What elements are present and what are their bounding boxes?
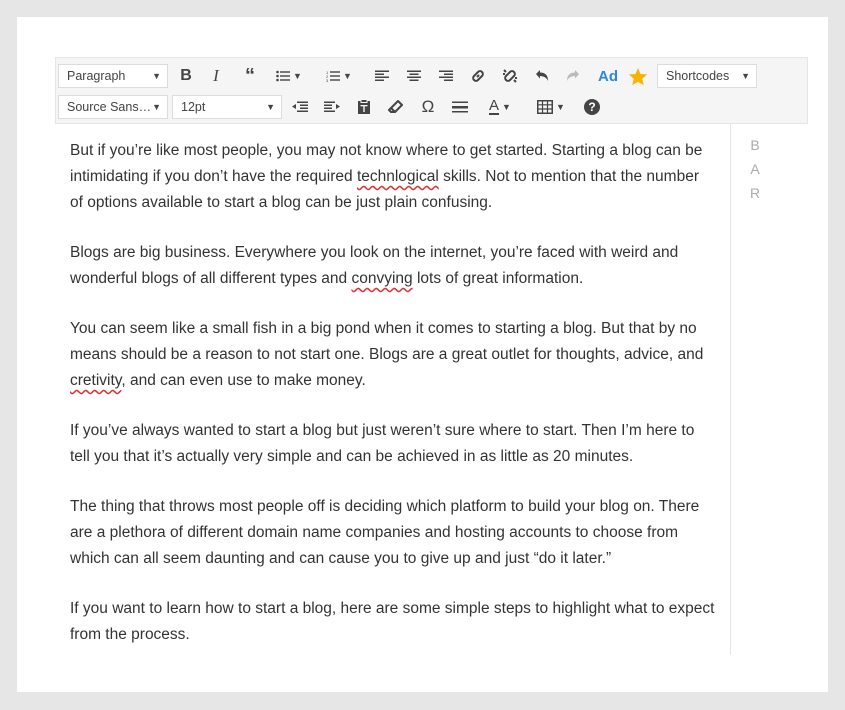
svg-text:3: 3 [326,78,329,82]
chevron-down-icon: ▼ [152,102,161,112]
misspelled-word[interactable]: technlogical [357,168,439,185]
chevron-down-icon: ▼ [343,71,352,81]
text-color-button[interactable]: A ▼ [480,94,520,120]
editor-sidebar: B A R [730,124,808,655]
paragraph: But if you’re like most people, you may … [70,138,715,216]
paragraph-text: If you want to learn how to start a blog… [70,600,715,643]
undo-icon [536,70,548,81]
link-button[interactable] [466,63,490,89]
blockquote-button[interactable]: “ [238,63,262,89]
star-button[interactable] [626,63,650,89]
align-left-button[interactable] [370,63,394,89]
omega-icon: Ω [421,97,435,116]
table-button[interactable]: ▼ [532,94,570,120]
paragraph-text: You can seem like a small fish in a big … [70,320,704,363]
shortcodes-select[interactable]: Shortcodes ▼ [657,64,757,88]
horizontal-rule-icon [452,101,468,113]
clear-formatting-button[interactable] [384,94,408,120]
redo-icon [567,70,579,81]
paragraph: If you want to learn how to start a blog… [70,596,715,648]
help-label: ? [588,100,596,114]
bold-icon: B [180,67,192,84]
chevron-down-icon: ▼ [556,102,565,112]
format-select-value: Paragraph [67,69,126,83]
toolbar-row-2: Source Sans… ▼ 12pt ▼ Ω A ▼ ▼ ? [56,92,807,122]
shortcodes-select-value: Shortcodes [666,69,730,83]
align-center-button[interactable] [402,63,426,89]
italic-icon: I [213,66,219,85]
editor-toolbar: Paragraph ▼ B I “ ▼ 123 ▼ Ad Shortcodes … [55,57,808,124]
text-color-label: A [489,97,500,114]
sidebar-letters: B A R [748,133,762,205]
misspelled-word[interactable]: convying [351,270,412,287]
editor-content[interactable]: But if you’re like most people, you may … [55,124,730,655]
italic-button[interactable]: I [204,63,228,89]
special-character-button[interactable]: Ω [416,94,440,120]
indent-button[interactable] [320,94,344,120]
paragraph: The thing that throws most people off is… [70,494,715,572]
redo-button[interactable] [561,63,585,89]
font-size-select-value: 12pt [181,100,206,114]
align-right-button[interactable] [434,63,458,89]
paragraph: Blogs are big business. Everywhere you l… [70,240,715,292]
paragraph: You can seem like a small fish in a big … [70,316,715,394]
eraser-icon [388,100,403,113]
table-icon [537,100,554,114]
indent-icon [324,101,340,112]
blockquote-icon: “ [245,64,255,87]
align-right-icon [439,70,453,81]
paragraph-text: lots of great information. [412,270,584,287]
paste-text-button[interactable] [352,94,376,120]
numbered-list-button[interactable]: 123 ▼ [320,63,358,89]
paragraph-text: If you’ve always wanted to start a blog … [70,422,695,465]
link-icon [472,70,484,82]
align-left-icon [375,70,389,81]
sidebar-letter: B [750,137,760,153]
undo-button[interactable] [530,63,554,89]
paste-text-icon [358,99,370,114]
ad-icon: Ad [598,67,618,85]
paragraph-text: , and can even use to make money. [121,372,366,389]
paragraph-text: The thing that throws most people off is… [70,498,700,567]
unlink-icon [503,69,517,83]
chevron-down-icon: ▼ [266,102,275,112]
star-icon [628,67,648,85]
bullet-list-button[interactable]: ▼ [270,63,308,89]
horizontal-rule-button[interactable] [448,94,472,120]
paragraph: If you’ve always wanted to start a blog … [70,418,715,470]
chevron-down-icon: ▼ [152,71,161,81]
bold-button[interactable]: B [174,63,198,89]
outdent-button[interactable] [288,94,312,120]
help-button[interactable]: ? [580,94,604,120]
outdent-icon [292,101,308,112]
toolbar-row-1: Paragraph ▼ B I “ ▼ 123 ▼ Ad Shortcodes … [56,61,807,91]
chevron-down-icon: ▼ [293,71,302,81]
format-select[interactable]: Paragraph ▼ [58,64,168,88]
font-family-select[interactable]: Source Sans… ▼ [58,95,168,119]
align-center-icon [407,70,421,81]
wysiwyg-editor: Paragraph ▼ B I “ ▼ 123 ▼ Ad Shortcodes … [55,57,808,655]
help-icon: ? [584,99,600,115]
chevron-down-icon: ▼ [741,71,750,81]
sidebar-letter: A [750,161,760,177]
font-family-select-value: Source Sans… [67,100,152,114]
numbered-list-icon: 123 [326,70,341,82]
ad-button[interactable]: Ad [594,63,622,89]
unlink-button[interactable] [498,63,522,89]
text-color-icon: A [489,97,500,115]
page-card: Paragraph ▼ B I “ ▼ 123 ▼ Ad Shortcodes … [17,17,828,692]
chevron-down-icon: ▼ [502,102,511,112]
misspelled-word[interactable]: cretivity [70,372,121,389]
sidebar-letter: R [749,185,761,201]
font-size-select[interactable]: 12pt ▼ [172,95,282,119]
bullet-list-icon [276,70,291,82]
